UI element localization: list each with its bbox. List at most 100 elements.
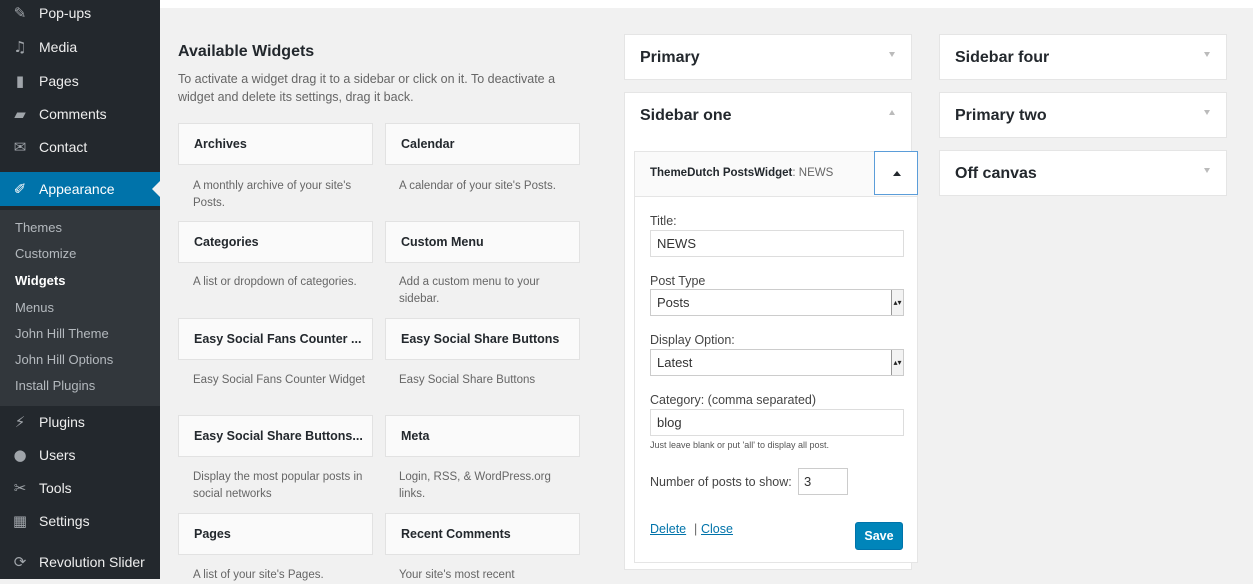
wrench-icon: ✂ bbox=[13, 479, 27, 497]
widget-title: ThemeDutch PostsWidget: NEWS bbox=[650, 167, 833, 179]
widget-description: Your site's most recent bbox=[399, 569, 515, 581]
chevron-down-icon[interactable] bbox=[889, 52, 895, 57]
appearance-submenu: Themes Customize Widgets Menus John Hill… bbox=[0, 210, 160, 406]
chevron-up-icon[interactable] bbox=[889, 110, 895, 115]
menu-label: Revolution Slider bbox=[39, 554, 145, 570]
user-icon: ● bbox=[13, 446, 27, 464]
area-title: Sidebar four bbox=[955, 49, 1050, 66]
submenu-install-plugins[interactable]: Install Plugins bbox=[15, 378, 95, 393]
menu-item-tools[interactable]: ✂ Tools bbox=[0, 471, 160, 505]
widget-header[interactable]: ThemeDutch PostsWidget: NEWS bbox=[635, 151, 918, 197]
widget-calendar[interactable]: Calendar bbox=[385, 123, 580, 165]
chevron-down-icon[interactable] bbox=[1204, 168, 1210, 173]
submenu-themes[interactable]: Themes bbox=[15, 220, 62, 235]
widget-description: Easy Social Fans Counter Widget bbox=[193, 374, 365, 386]
widget-pages[interactable]: Pages bbox=[178, 513, 373, 555]
delete-link[interactable]: Delete bbox=[650, 522, 686, 536]
menu-label: Users bbox=[39, 447, 76, 463]
widget-easy-social-share-buttons[interactable]: Easy Social Share Buttons bbox=[385, 318, 580, 360]
post-type-value: Posts bbox=[657, 295, 690, 310]
title-input[interactable]: NEWS bbox=[650, 230, 904, 257]
widget-archives[interactable]: Archives bbox=[178, 123, 373, 165]
menu-item-settings[interactable]: ▦ Settings bbox=[0, 504, 160, 538]
media-icon: ♫ bbox=[13, 38, 27, 56]
widget-description: Display the most popular posts in social… bbox=[193, 471, 363, 500]
submenu-widgets[interactable]: Widgets bbox=[15, 273, 65, 288]
settings-icon: ▦ bbox=[12, 512, 28, 530]
menu-label: Media bbox=[39, 39, 78, 55]
expanded-widget: ThemeDutch PostsWidget: NEWS Title: NEWS… bbox=[634, 151, 918, 563]
submenu-john-hill-theme[interactable]: John Hill Theme bbox=[15, 326, 109, 341]
available-widgets-title: Available Widgets bbox=[178, 43, 315, 60]
category-input[interactable]: blog bbox=[650, 409, 904, 436]
num-posts-label: Number of posts to show: bbox=[650, 475, 792, 489]
widget-easy-social-share-buttons-popular[interactable]: Easy Social Share Buttons... bbox=[178, 415, 373, 457]
area-title: Off canvas bbox=[955, 165, 1037, 182]
widget-description: Add a custom menu to your sidebar. bbox=[399, 276, 540, 305]
area-off-canvas[interactable]: Off canvas bbox=[939, 150, 1227, 196]
area-primary-two[interactable]: Primary two bbox=[939, 92, 1227, 138]
select-arrows-icon: ▴▾ bbox=[891, 290, 903, 315]
menu-item-pages[interactable]: ▮ Pages bbox=[0, 64, 160, 98]
menu-item-comments[interactable]: ▰ Comments bbox=[0, 97, 160, 131]
display-option-value: Latest bbox=[657, 355, 693, 370]
widget-title-main: ThemeDutch PostsWidget bbox=[650, 167, 793, 179]
widget-description: A list of your site's Pages. bbox=[193, 569, 324, 581]
menu-label: Pop-ups bbox=[39, 5, 92, 21]
submenu-customize[interactable]: Customize bbox=[15, 246, 76, 261]
menu-label: Settings bbox=[39, 513, 90, 529]
num-posts-input[interactable]: 3 bbox=[798, 468, 848, 495]
menu-label: Comments bbox=[39, 106, 107, 122]
display-option-select[interactable]: Latest ▴▾ bbox=[650, 349, 904, 376]
plug-icon: ⚡ bbox=[14, 413, 26, 431]
widget-categories[interactable]: Categories bbox=[178, 221, 373, 263]
category-label: Category: (comma separated) bbox=[650, 393, 817, 407]
post-type-label: Post Type bbox=[650, 274, 706, 288]
pin-icon: ✎ bbox=[13, 4, 27, 22]
comment-icon: ▰ bbox=[14, 105, 26, 123]
menu-item-revolution-slider[interactable]: ⟳ Revolution Slider bbox=[0, 545, 160, 579]
area-title: Sidebar one bbox=[640, 107, 732, 124]
widget-easy-social-fans-counter[interactable]: Easy Social Fans Counter ... bbox=[178, 318, 373, 360]
menu-label: Contact bbox=[39, 139, 88, 155]
admin-sidebar: ✎ Pop-ups ♫ Media ▮ Pages ▰ Comments ✉ C… bbox=[0, 0, 160, 579]
refresh-icon: ⟳ bbox=[13, 553, 27, 571]
area-sidebar-four[interactable]: Sidebar four bbox=[939, 34, 1227, 80]
pages-icon: ▮ bbox=[15, 72, 25, 90]
submenu-menus[interactable]: Menus bbox=[15, 300, 54, 315]
post-type-select[interactable]: Posts ▴▾ bbox=[650, 289, 904, 316]
link-separator: | bbox=[694, 522, 698, 536]
menu-item-popups[interactable]: ✎ Pop-ups bbox=[0, 0, 160, 30]
widget-meta[interactable]: Meta bbox=[385, 415, 580, 457]
menu-item-users[interactable]: ● Users bbox=[0, 438, 160, 472]
envelope-icon: ✉ bbox=[13, 138, 27, 156]
top-strip bbox=[160, 0, 1253, 8]
widget-description: A monthly archive of your site's Posts. bbox=[193, 180, 352, 209]
widget-description: Easy Social Share Buttons bbox=[399, 374, 536, 386]
available-widgets-description: To activate a widget drag it to a sideba… bbox=[178, 72, 556, 104]
menu-item-appearance[interactable]: ✐ Appearance bbox=[0, 172, 160, 206]
save-button[interactable]: Save bbox=[855, 522, 903, 550]
close-link[interactable]: Close bbox=[701, 522, 733, 536]
area-primary[interactable]: Primary bbox=[624, 34, 912, 80]
title-label: Title: bbox=[650, 214, 677, 228]
select-arrows-icon: ▴▾ bbox=[891, 350, 903, 375]
menu-label: Tools bbox=[39, 480, 72, 496]
widget-description: A calendar of your site's Posts. bbox=[399, 180, 556, 192]
menu-item-media[interactable]: ♫ Media bbox=[0, 30, 160, 64]
chevron-down-icon[interactable] bbox=[1204, 52, 1210, 57]
area-title: Primary bbox=[640, 49, 700, 66]
display-option-label: Display Option: bbox=[650, 333, 735, 347]
collapse-toggle-button[interactable] bbox=[874, 151, 918, 195]
widget-title-sub: : NEWS bbox=[792, 167, 834, 179]
widget-custom-menu[interactable]: Custom Menu bbox=[385, 221, 580, 263]
menu-item-plugins[interactable]: ⚡ Plugins bbox=[0, 405, 160, 439]
category-hint: Just leave blank or put 'all' to display… bbox=[650, 440, 830, 450]
widget-recent-comments[interactable]: Recent Comments bbox=[385, 513, 580, 555]
submenu-john-hill-options[interactable]: John Hill Options bbox=[15, 352, 113, 367]
chevron-down-icon[interactable] bbox=[1204, 110, 1210, 115]
area-title: Primary two bbox=[955, 107, 1047, 124]
widget-description: A list or dropdown of categories. bbox=[193, 276, 357, 288]
menu-item-contact[interactable]: ✉ Contact bbox=[0, 130, 160, 164]
brush-icon: ✐ bbox=[13, 180, 27, 198]
